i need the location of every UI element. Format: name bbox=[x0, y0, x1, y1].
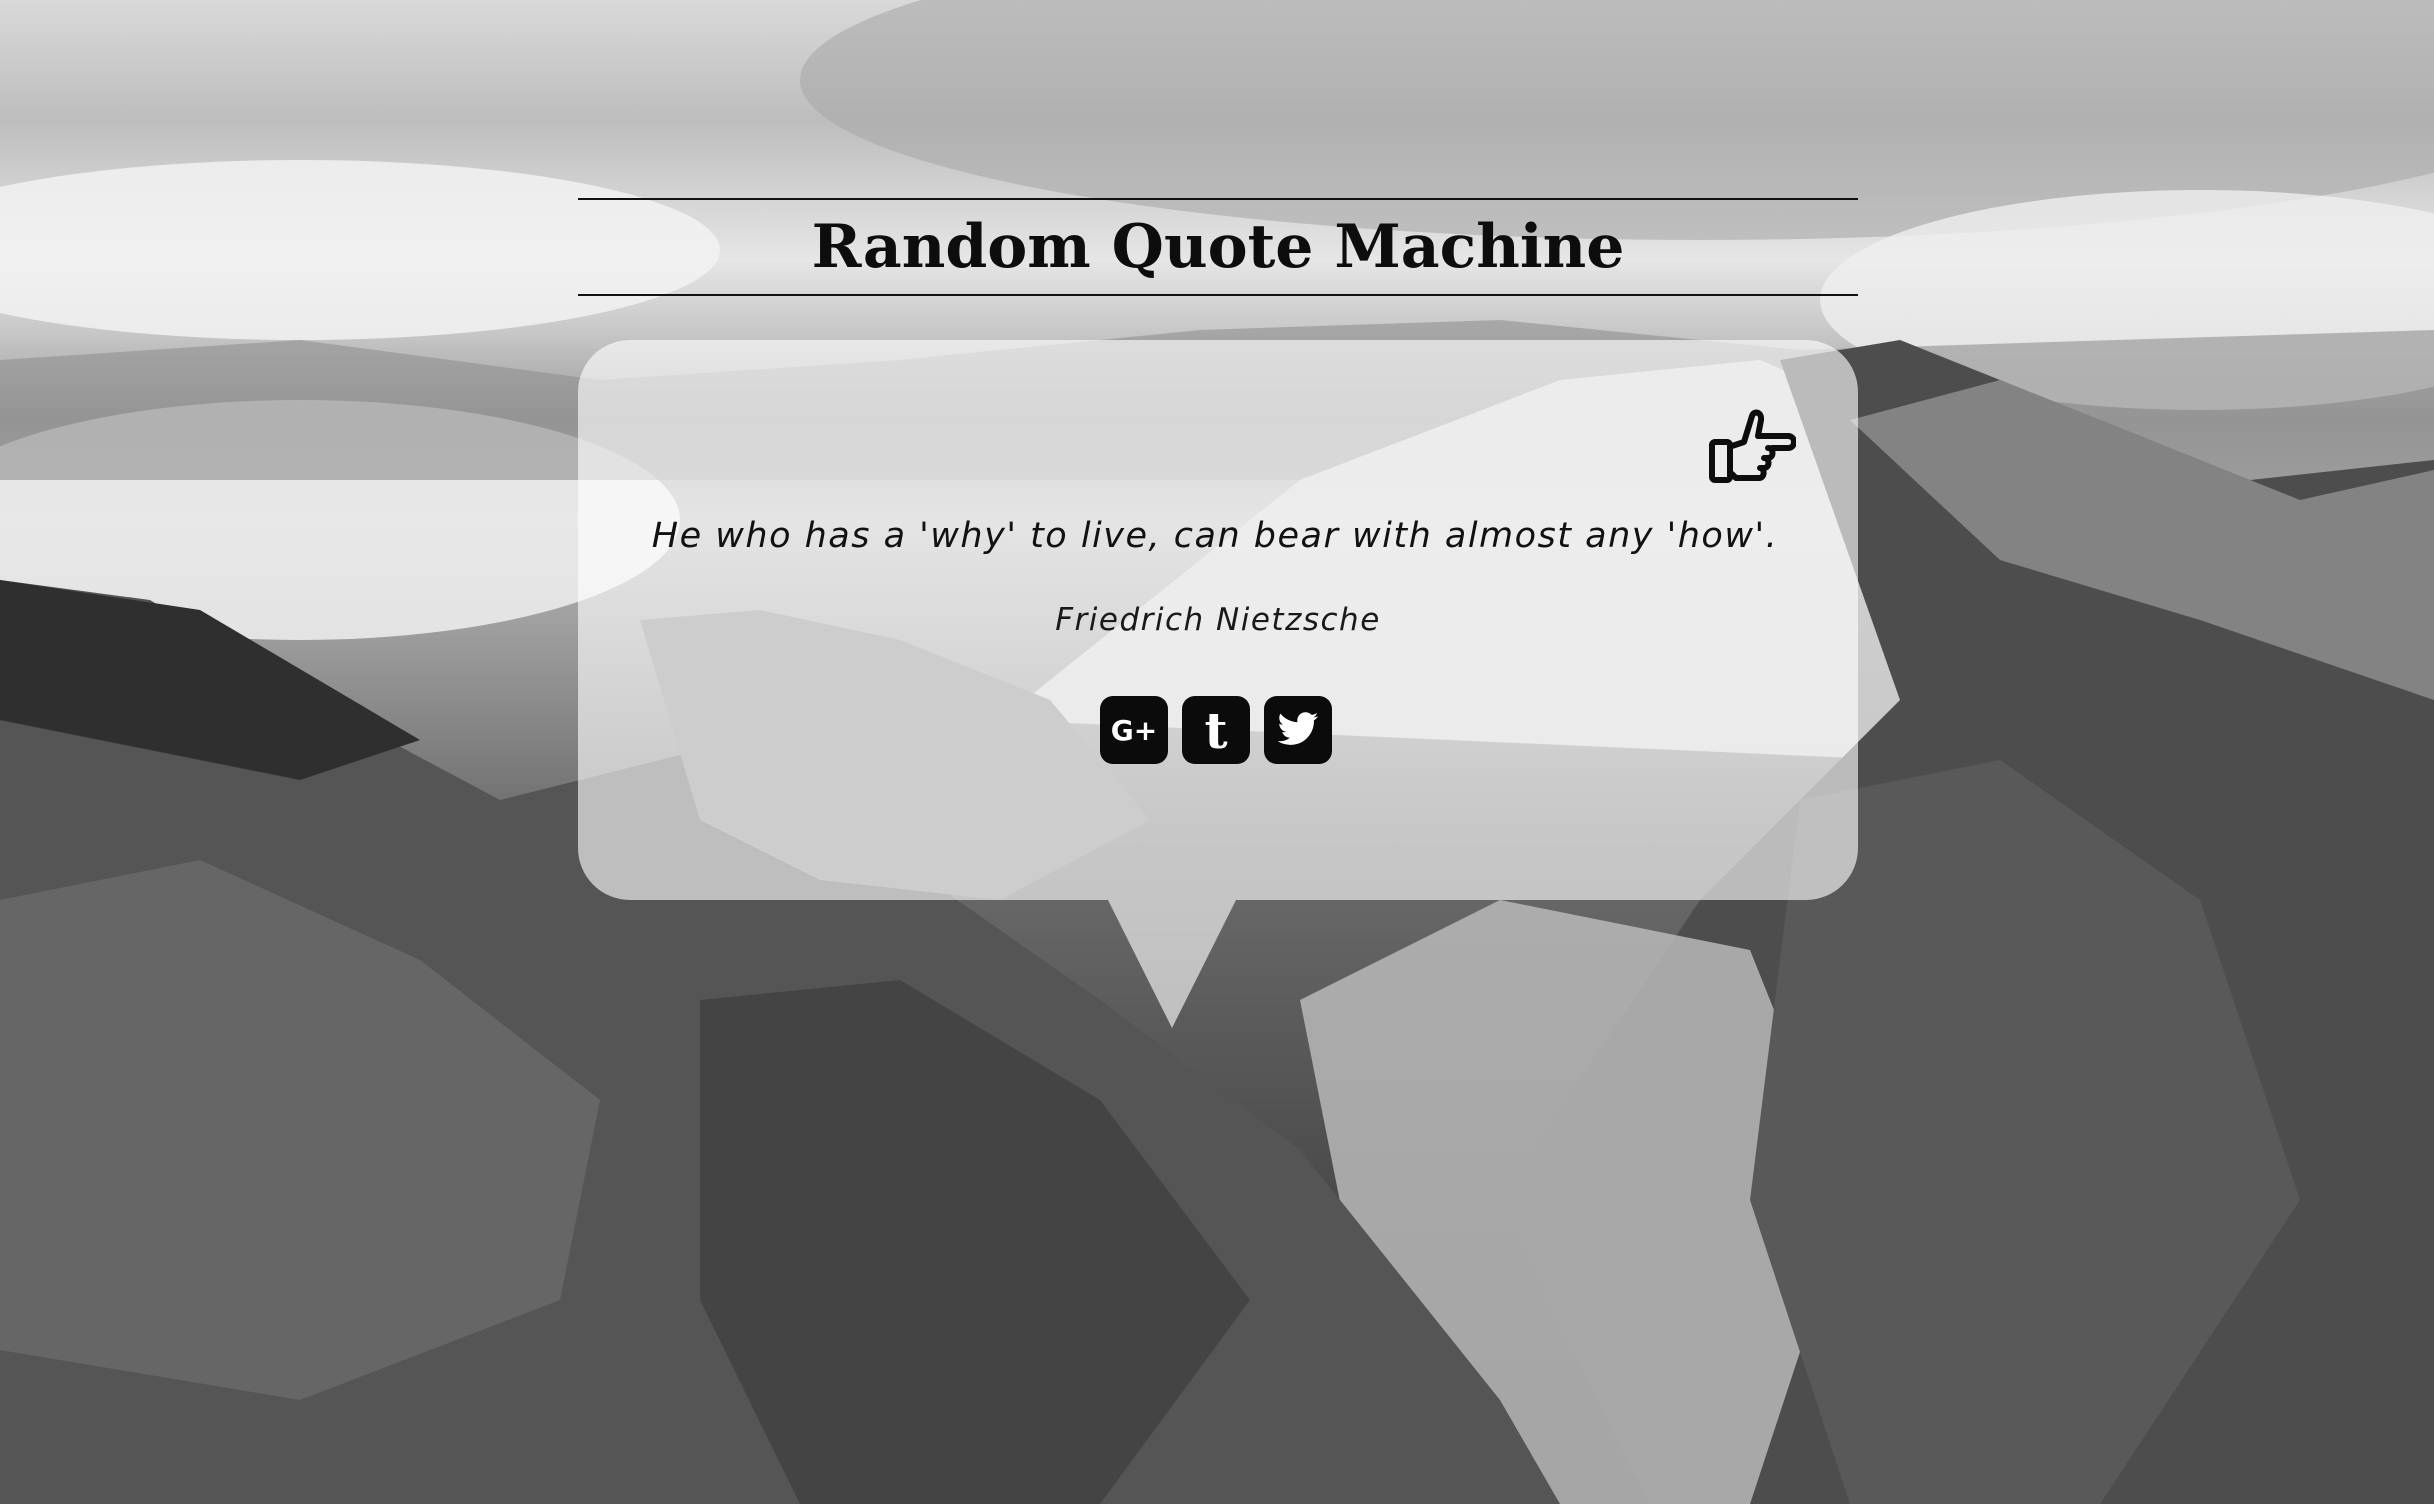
tumblr-share-button[interactable]: t bbox=[1182, 696, 1250, 764]
new-quote-button[interactable] bbox=[1708, 408, 1797, 488]
quote-text: He who has a 'why' to live, can bear wit… bbox=[651, 516, 1779, 556]
hand-pointing-right-icon bbox=[1709, 409, 1797, 483]
google-plus-icon: G+ bbox=[1110, 713, 1158, 747]
twitter-share-button[interactable] bbox=[1264, 696, 1332, 764]
share-buttons: G+ t bbox=[1100, 696, 1332, 764]
tumblr-icon: t bbox=[1204, 700, 1228, 760]
page-title: Random Quote Machine bbox=[811, 212, 1625, 282]
title-bar: Random Quote Machine bbox=[578, 198, 1858, 296]
twitter-icon bbox=[1277, 712, 1319, 745]
quote-bubble-tail bbox=[1108, 900, 1236, 1028]
google-plus-share-button[interactable]: G+ bbox=[1100, 696, 1168, 764]
quote-author: Friedrich Nietzsche bbox=[1055, 602, 1381, 638]
